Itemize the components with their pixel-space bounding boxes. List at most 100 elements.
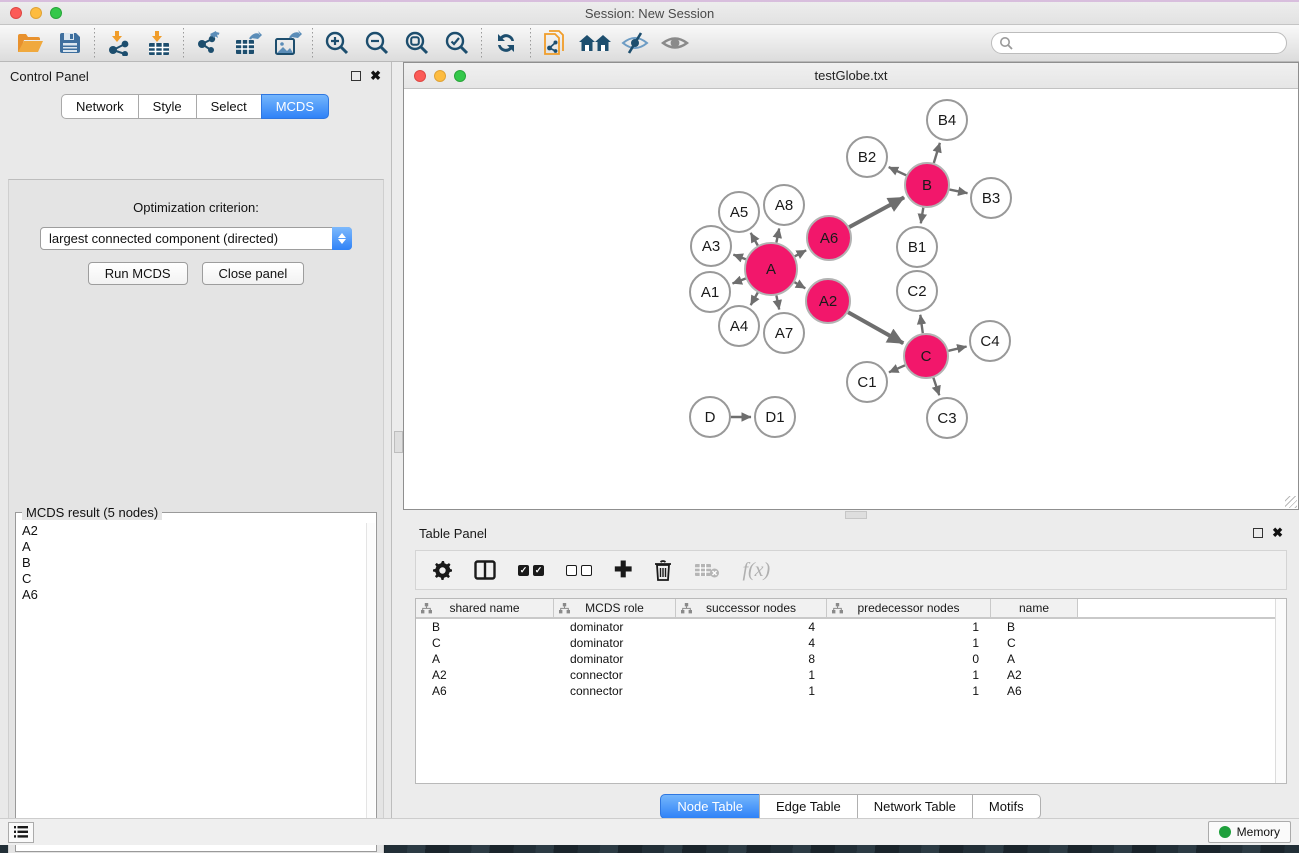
tab-network-table[interactable]: Network Table: [857, 794, 973, 819]
table-cell[interactable]: 1: [676, 684, 827, 698]
graph-edge-A-A8[interactable]: [776, 229, 779, 243]
table-cell[interactable]: 4: [676, 620, 827, 634]
table-cell[interactable]: connector: [554, 684, 676, 698]
network-close-button[interactable]: [414, 70, 426, 82]
hide-eye-icon[interactable]: [615, 27, 655, 59]
add-column-icon[interactable]: ✚: [614, 558, 632, 582]
table-cell[interactable]: A: [991, 652, 1078, 666]
table-cell[interactable]: 1: [676, 668, 827, 682]
graph-node-A5[interactable]: A5: [719, 192, 759, 232]
graph-node-B2[interactable]: B2: [847, 137, 887, 177]
float-table-panel-icon[interactable]: [1253, 528, 1263, 538]
table-cell[interactable]: A: [416, 652, 554, 666]
export-network-icon[interactable]: [188, 27, 228, 59]
close-window-button[interactable]: [10, 7, 22, 19]
network-window-titlebar[interactable]: testGlobe.txt: [404, 63, 1298, 89]
zoom-out-icon[interactable]: [357, 27, 397, 59]
graph-node-B1[interactable]: B1: [897, 227, 937, 267]
network-minimize-button[interactable]: [434, 70, 446, 82]
graph-node-A6[interactable]: A6: [807, 216, 851, 260]
table-cell[interactable]: 0: [827, 652, 991, 666]
tab-mcds[interactable]: MCDS: [261, 94, 329, 119]
graph-edge-B-B3[interactable]: [950, 190, 968, 194]
criterion-select[interactable]: largest connected component (directed): [40, 227, 352, 250]
show-eye-icon[interactable]: [655, 27, 695, 59]
graph-node-C4[interactable]: C4: [970, 321, 1010, 361]
tab-motifs[interactable]: Motifs: [972, 794, 1041, 819]
table-cell[interactable]: 1: [827, 636, 991, 650]
memory-button[interactable]: Memory: [1208, 821, 1291, 843]
table-row[interactable]: A6connector11A6: [416, 683, 1286, 699]
table-cell[interactable]: C: [416, 636, 554, 650]
table-row[interactable]: A2connector11A2: [416, 667, 1286, 683]
select-stepper-icon[interactable]: [332, 227, 352, 250]
close-table-panel-icon[interactable]: ✖: [1272, 528, 1283, 538]
function-builder-icon[interactable]: f(x): [742, 558, 770, 582]
mcds-result-item[interactable]: A2: [22, 523, 372, 539]
home-pair-icon[interactable]: [575, 27, 615, 59]
graph-node-A2[interactable]: A2: [806, 279, 850, 323]
import-network-icon[interactable]: [99, 27, 139, 59]
mcds-result-item[interactable]: A6: [22, 587, 372, 603]
table-cell[interactable]: B: [991, 620, 1078, 634]
export-table-icon[interactable]: [228, 27, 268, 59]
tab-edge-table[interactable]: Edge Table: [759, 794, 858, 819]
graph-node-A1[interactable]: A1: [690, 272, 730, 312]
run-mcds-button[interactable]: Run MCDS: [88, 262, 188, 285]
column-header-successor-nodes[interactable]: successor nodes: [676, 599, 827, 617]
close-panel-button[interactable]: Close panel: [202, 262, 305, 285]
table-row[interactable]: Adominator80A: [416, 651, 1286, 667]
tab-select[interactable]: Select: [196, 94, 262, 119]
table-cell[interactable]: dominator: [554, 620, 676, 634]
mcds-result-list[interactable]: A2ABCA6: [16, 513, 376, 843]
graph-edge-B-B4[interactable]: [934, 143, 940, 163]
graph-node-A3[interactable]: A3: [691, 226, 731, 266]
graph-node-D[interactable]: D: [690, 397, 730, 437]
table-cell[interactable]: 4: [676, 636, 827, 650]
table-row[interactable]: Bdominator41B: [416, 619, 1286, 635]
graph-edge-C-C1[interactable]: [889, 365, 905, 372]
vertical-splitter-handle[interactable]: [394, 431, 403, 453]
table-cell[interactable]: C: [991, 636, 1078, 650]
table-cell[interactable]: A2: [991, 668, 1078, 682]
graph-node-C3[interactable]: C3: [927, 398, 967, 438]
search-input[interactable]: [991, 32, 1287, 54]
table-cell[interactable]: 1: [827, 620, 991, 634]
table-cell[interactable]: 1: [827, 668, 991, 682]
graph-node-A4[interactable]: A4: [719, 306, 759, 346]
graph-edge-C-C4[interactable]: [948, 347, 966, 351]
graph-edge-C-C3[interactable]: [933, 378, 939, 396]
column-header-predecessor-nodes[interactable]: predecessor nodes: [827, 599, 991, 617]
graph-node-C2[interactable]: C2: [897, 271, 937, 311]
close-panel-icon[interactable]: ✖: [370, 71, 381, 81]
column-header-name[interactable]: name: [991, 599, 1078, 617]
table-cell[interactable]: A2: [416, 668, 554, 682]
minimize-window-button[interactable]: [30, 7, 42, 19]
graph-node-A8[interactable]: A8: [764, 185, 804, 225]
graph-node-B4[interactable]: B4: [927, 100, 967, 140]
mcds-result-item[interactable]: A: [22, 539, 372, 555]
graph-edge-A-A6[interactable]: [795, 250, 806, 256]
graph-node-B[interactable]: B: [905, 163, 949, 207]
graph-node-B3[interactable]: B3: [971, 178, 1011, 218]
column-header-MCDS-role[interactable]: MCDS role: [554, 599, 676, 617]
mcds-result-item[interactable]: C: [22, 571, 372, 587]
select-all-icon[interactable]: ✓✓: [518, 558, 544, 582]
columns-icon[interactable]: [474, 558, 496, 582]
column-header-shared-name[interactable]: shared name: [416, 599, 554, 617]
graph-edge-B-B2[interactable]: [889, 167, 907, 175]
graph-edge-A-A4[interactable]: [751, 293, 758, 306]
graph-node-A7[interactable]: A7: [764, 313, 804, 353]
table-cell[interactable]: connector: [554, 668, 676, 682]
mcds-result-item[interactable]: B: [22, 555, 372, 571]
graph-edge-A-A5[interactable]: [751, 233, 758, 246]
import-table-icon[interactable]: [139, 27, 179, 59]
zoom-fit-icon[interactable]: [397, 27, 437, 59]
table-cell[interactable]: 8: [676, 652, 827, 666]
graph-node-C1[interactable]: C1: [847, 362, 887, 402]
graph-edge-A2-C[interactable]: [848, 312, 903, 343]
export-image-icon[interactable]: [268, 27, 308, 59]
graph-node-A[interactable]: A: [745, 243, 797, 295]
graph-edge-A-A7[interactable]: [776, 296, 779, 310]
table-cell[interactable]: dominator: [554, 652, 676, 666]
